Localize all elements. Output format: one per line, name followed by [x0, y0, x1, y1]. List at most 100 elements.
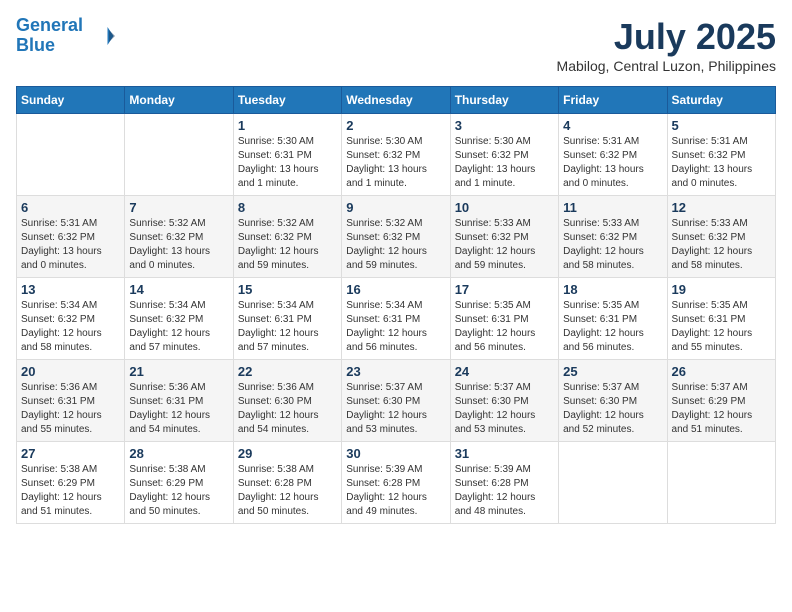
day-number: 19 [672, 282, 771, 297]
calendar-table: SundayMondayTuesdayWednesdayThursdayFrid… [16, 86, 776, 524]
day-info: Sunrise: 5:38 AMSunset: 6:28 PMDaylight:… [238, 464, 319, 517]
day-info: Sunrise: 5:30 AMSunset: 6:32 PMDaylight:… [455, 136, 536, 189]
day-number: 24 [455, 364, 554, 379]
calendar-cell: 5 Sunrise: 5:31 AMSunset: 6:32 PMDaylight… [667, 114, 775, 196]
day-info: Sunrise: 5:37 AMSunset: 6:30 PMDaylight:… [455, 382, 536, 435]
day-number: 20 [21, 364, 120, 379]
day-number: 8 [238, 200, 337, 215]
calendar-cell: 17 Sunrise: 5:35 AMSunset: 6:31 PMDayligh… [450, 278, 558, 360]
day-info: Sunrise: 5:36 AMSunset: 6:31 PMDaylight:… [129, 382, 210, 435]
day-number: 31 [455, 446, 554, 461]
day-number: 26 [672, 364, 771, 379]
day-info: Sunrise: 5:37 AMSunset: 6:29 PMDaylight:… [672, 382, 753, 435]
day-info: Sunrise: 5:32 AMSunset: 6:32 PMDaylight:… [346, 218, 427, 271]
day-info: Sunrise: 5:34 AMSunset: 6:32 PMDaylight:… [129, 300, 210, 353]
day-number: 15 [238, 282, 337, 297]
calendar-cell: 2 Sunrise: 5:30 AMSunset: 6:32 PMDaylight… [342, 114, 450, 196]
week-row-5: 27 Sunrise: 5:38 AMSunset: 6:29 PMDayligh… [17, 442, 776, 524]
day-info: Sunrise: 5:38 AMSunset: 6:29 PMDaylight:… [129, 464, 210, 517]
week-row-3: 13 Sunrise: 5:34 AMSunset: 6:32 PMDayligh… [17, 278, 776, 360]
page-header: GeneralBlue July 2025 Mabilog, Central L… [16, 16, 776, 74]
subtitle: Mabilog, Central Luzon, Philippines [557, 58, 776, 74]
calendar-cell: 30Sunrise: 5:39 AMSunset: 6:28 PMDayligh… [342, 442, 450, 524]
day-number: 17 [455, 282, 554, 297]
day-info: Sunrise: 5:39 AMSunset: 6:28 PMDaylight:… [455, 464, 536, 517]
day-header-wednesday: Wednesday [342, 87, 450, 114]
calendar-cell: 19 Sunrise: 5:35 AMSunset: 6:31 PMDayligh… [667, 278, 775, 360]
day-info: Sunrise: 5:31 AMSunset: 6:32 PMDaylight:… [563, 136, 644, 189]
week-row-4: 20 Sunrise: 5:36 AMSunset: 6:31 PMDayligh… [17, 360, 776, 442]
day-number: 6 [21, 200, 120, 215]
day-info: Sunrise: 5:36 AMSunset: 6:31 PMDaylight:… [21, 382, 102, 435]
calendar-cell: 15Sunrise: 5:34 AMSunset: 6:31 PMDayligh… [233, 278, 341, 360]
day-info: Sunrise: 5:37 AMSunset: 6:30 PMDaylight:… [563, 382, 644, 435]
day-info: Sunrise: 5:32 AMSunset: 6:32 PMDaylight:… [238, 218, 319, 271]
logo-text: GeneralBlue [16, 16, 83, 56]
day-number: 16 [346, 282, 445, 297]
week-row-2: 6 Sunrise: 5:31 AMSunset: 6:32 PMDaylight… [17, 196, 776, 278]
day-number: 28 [129, 446, 228, 461]
calendar-cell: 22Sunrise: 5:36 AMSunset: 6:30 PMDayligh… [233, 360, 341, 442]
day-header-monday: Monday [125, 87, 233, 114]
day-info: Sunrise: 5:30 AMSunset: 6:32 PMDaylight:… [346, 136, 427, 189]
day-info: Sunrise: 5:36 AMSunset: 6:30 PMDaylight:… [238, 382, 319, 435]
day-info: Sunrise: 5:35 AMSunset: 6:31 PMDaylight:… [455, 300, 536, 353]
day-info: Sunrise: 5:35 AMSunset: 6:31 PMDaylight:… [672, 300, 753, 353]
day-number: 1 [238, 118, 337, 133]
day-number: 25 [563, 364, 662, 379]
day-info: Sunrise: 5:31 AMSunset: 6:32 PMDaylight:… [672, 136, 753, 189]
calendar-cell: 23 Sunrise: 5:37 AMSunset: 6:30 PMDayligh… [342, 360, 450, 442]
day-number: 3 [455, 118, 554, 133]
day-info: Sunrise: 5:31 AMSunset: 6:32 PMDaylight:… [21, 218, 102, 271]
calendar-cell [559, 442, 667, 524]
calendar-cell: 11Sunrise: 5:33 AMSunset: 6:32 PMDayligh… [559, 196, 667, 278]
day-number: 13 [21, 282, 120, 297]
day-header-saturday: Saturday [667, 87, 775, 114]
calendar-cell: 25 Sunrise: 5:37 AMSunset: 6:30 PMDayligh… [559, 360, 667, 442]
day-info: Sunrise: 5:30 AMSunset: 6:31 PMDaylight:… [238, 136, 319, 189]
header-row: SundayMondayTuesdayWednesdayThursdayFrid… [17, 87, 776, 114]
day-number: 9 [346, 200, 445, 215]
calendar-cell [125, 114, 233, 196]
day-number: 10 [455, 200, 554, 215]
calendar-cell: 4 Sunrise: 5:31 AMSunset: 6:32 PMDaylight… [559, 114, 667, 196]
day-number: 11 [563, 200, 662, 215]
day-info: Sunrise: 5:39 AMSunset: 6:28 PMDaylight:… [346, 464, 427, 517]
day-number: 2 [346, 118, 445, 133]
logo-icon [85, 21, 115, 51]
calendar-cell: 13Sunrise: 5:34 AMSunset: 6:32 PMDayligh… [17, 278, 125, 360]
day-header-sunday: Sunday [17, 87, 125, 114]
week-row-1: 1 Sunrise: 5:30 AMSunset: 6:31 PMDaylight… [17, 114, 776, 196]
day-header-tuesday: Tuesday [233, 87, 341, 114]
calendar-cell: 24 Sunrise: 5:37 AMSunset: 6:30 PMDayligh… [450, 360, 558, 442]
day-number: 7 [129, 200, 228, 215]
day-info: Sunrise: 5:34 AMSunset: 6:31 PMDaylight:… [346, 300, 427, 353]
calendar-cell: 6 Sunrise: 5:31 AMSunset: 6:32 PMDaylight… [17, 196, 125, 278]
calendar-cell: 12Sunrise: 5:33 AMSunset: 6:32 PMDayligh… [667, 196, 775, 278]
calendar-cell: 16 Sunrise: 5:34 AMSunset: 6:31 PMDayligh… [342, 278, 450, 360]
calendar-cell: 29Sunrise: 5:38 AMSunset: 6:28 PMDayligh… [233, 442, 341, 524]
calendar-cell: 10 Sunrise: 5:33 AMSunset: 6:32 PMDayligh… [450, 196, 558, 278]
day-number: 23 [346, 364, 445, 379]
title-block: July 2025 Mabilog, Central Luzon, Philip… [557, 16, 776, 74]
calendar-cell [17, 114, 125, 196]
day-info: Sunrise: 5:33 AMSunset: 6:32 PMDaylight:… [672, 218, 753, 271]
day-number: 14 [129, 282, 228, 297]
calendar-cell: 7Sunrise: 5:32 AMSunset: 6:32 PMDaylight… [125, 196, 233, 278]
calendar-cell: 3 Sunrise: 5:30 AMSunset: 6:32 PMDaylight… [450, 114, 558, 196]
day-info: Sunrise: 5:37 AMSunset: 6:30 PMDaylight:… [346, 382, 427, 435]
day-number: 27 [21, 446, 120, 461]
calendar-cell: 9 Sunrise: 5:32 AMSunset: 6:32 PMDaylight… [342, 196, 450, 278]
day-number: 4 [563, 118, 662, 133]
calendar-cell: 8 Sunrise: 5:32 AMSunset: 6:32 PMDaylight… [233, 196, 341, 278]
day-info: Sunrise: 5:33 AMSunset: 6:32 PMDaylight:… [455, 218, 536, 271]
day-header-friday: Friday [559, 87, 667, 114]
day-number: 18 [563, 282, 662, 297]
day-header-thursday: Thursday [450, 87, 558, 114]
day-info: Sunrise: 5:35 AMSunset: 6:31 PMDaylight:… [563, 300, 644, 353]
main-title: July 2025 [557, 16, 776, 58]
calendar-cell [667, 442, 775, 524]
day-number: 5 [672, 118, 771, 133]
calendar-cell: 21Sunrise: 5:36 AMSunset: 6:31 PMDayligh… [125, 360, 233, 442]
calendar-cell: 18 Sunrise: 5:35 AMSunset: 6:31 PMDayligh… [559, 278, 667, 360]
